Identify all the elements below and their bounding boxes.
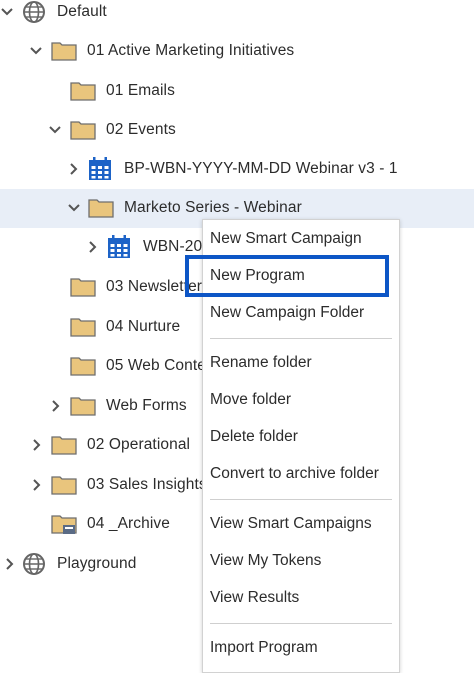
tree-label: BP-WBN-YYYY-MM-DD Webinar v3 - 1 <box>124 160 398 177</box>
tree-row-emails[interactable]: 01 Emails <box>0 71 474 110</box>
folder-icon <box>51 40 77 61</box>
tree-label: Marketo Series - Webinar <box>124 199 302 216</box>
menu-separator <box>210 338 392 339</box>
menu-item-view-my-tokens[interactable]: View My Tokens <box>210 552 321 570</box>
chevron-right-icon[interactable] <box>28 476 46 494</box>
tree-label: Web Forms <box>106 397 187 414</box>
calendar-program-icon <box>88 157 112 181</box>
chevron-right-icon[interactable] <box>84 238 102 256</box>
tree-label: Default <box>57 3 107 20</box>
tree-label: Playground <box>57 555 137 572</box>
menu-separator <box>210 499 392 500</box>
menu-item-move-folder[interactable]: Move folder <box>210 391 291 409</box>
menu-item-view-results[interactable]: View Results <box>210 589 299 607</box>
folder-icon <box>70 355 96 376</box>
chevron-right-icon[interactable] <box>47 397 65 415</box>
menu-item-convert-archive[interactable]: Convert to archive folder <box>210 465 379 483</box>
tree-label: 04 Nurture <box>106 318 181 335</box>
menu-item-delete-folder[interactable]: Delete folder <box>210 428 298 446</box>
chevron-down-icon[interactable] <box>46 121 64 139</box>
tree-label: 04 _Archive <box>87 515 170 532</box>
menu-item-new-smart-campaign[interactable]: New Smart Campaign <box>210 230 362 248</box>
menu-item-view-smart-campaigns[interactable]: View Smart Campaigns <box>210 515 372 533</box>
chevron-down-icon[interactable] <box>65 199 83 217</box>
chevron-down-icon[interactable] <box>27 42 45 60</box>
folder-icon <box>51 434 77 455</box>
folder-icon <box>88 197 114 218</box>
chevron-right-icon[interactable] <box>1 555 19 573</box>
tree-label: 03 Sales Insights <box>87 476 207 493</box>
calendar-program-icon <box>107 235 131 259</box>
tree-label: 01 Active Marketing Initiatives <box>87 42 295 59</box>
menu-item-new-campaign-folder[interactable]: New Campaign Folder <box>210 304 364 322</box>
tree-row-active-marketing[interactable]: 01 Active Marketing Initiatives <box>0 32 474 71</box>
folder-icon <box>70 119 96 140</box>
menu-item-rename-folder[interactable]: Rename folder <box>210 354 312 372</box>
menu-separator <box>210 623 392 624</box>
tree-row-bp-webinar[interactable]: BP-WBN-YYYY-MM-DD Webinar v3 - 1 <box>0 150 474 189</box>
globe-icon <box>22 0 46 24</box>
tree-row-default[interactable]: Default <box>0 0 474 32</box>
menu-item-import-program[interactable]: Import Program <box>210 639 318 657</box>
folder-icon <box>51 474 77 495</box>
chevron-down-icon[interactable] <box>0 3 16 21</box>
folder-icon <box>70 80 96 101</box>
chevron-right-icon[interactable] <box>65 160 83 178</box>
folder-icon <box>70 316 96 337</box>
archive-folder-icon <box>51 513 77 535</box>
tree-label: 02 Events <box>106 121 176 138</box>
highlight-box <box>185 255 389 297</box>
tree-row-events[interactable]: 02 Events <box>0 111 474 150</box>
folder-icon <box>70 395 96 416</box>
chevron-right-icon[interactable] <box>28 436 46 454</box>
tree-label: 02 Operational <box>87 436 191 453</box>
tree-label: 01 Emails <box>106 82 175 99</box>
globe-icon <box>22 552 46 576</box>
folder-icon <box>70 276 96 297</box>
